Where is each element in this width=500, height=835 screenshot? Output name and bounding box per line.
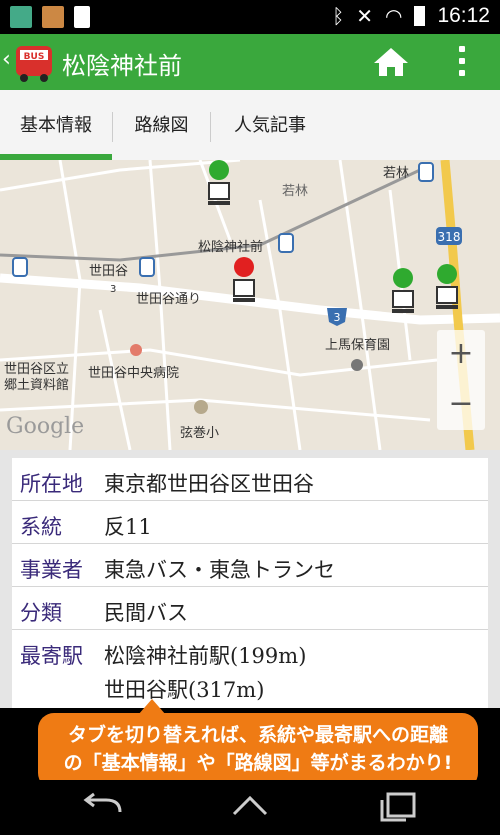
- promo-banner: タブを切り替えれば、系統や最寄駅への距離 の「基本情報」や「路線図」等がまるわか…: [38, 699, 478, 789]
- tab-route-map[interactable]: 路線図: [113, 90, 210, 160]
- svg-text:3: 3: [334, 311, 341, 324]
- bus-stop-pin[interactable]: [392, 268, 414, 316]
- action-bar: ‹ BUS 松陰神社前: [0, 34, 500, 90]
- map-view[interactable]: 318 3 若林 若林 松陰神社前 世田谷 3 世田谷通り 上馬保育園 世田谷区…: [0, 160, 500, 450]
- info-card: 所在地 東京都世田谷区世田谷 系統 反11 事業者 東急バス・東急トランセ 分類…: [12, 458, 488, 708]
- map-label: 世田谷中央病院: [88, 366, 180, 381]
- page-title: 松陰神社前: [62, 52, 182, 80]
- info-row-address: 所在地 東京都世田谷区世田谷: [12, 458, 488, 501]
- map-roads: 318 3: [0, 160, 500, 450]
- zoom-out-button[interactable]: −: [437, 380, 485, 430]
- banner-line: タブを切り替えれば、系統や最寄駅への距離: [67, 724, 448, 746]
- tab-popular-articles[interactable]: 人気記事: [211, 90, 329, 160]
- wifi-icon: ◠: [384, 4, 403, 28]
- mute-icon: ✕: [356, 4, 373, 28]
- map-label: 世田谷通り: [136, 292, 202, 307]
- google-logo: Google: [6, 414, 85, 439]
- overflow-menu-icon[interactable]: [455, 46, 469, 80]
- tab-bar: 基本情報 路線図 人気記事: [0, 90, 500, 161]
- map-label: 3: [110, 284, 117, 295]
- banner-line: の「基本情報」や「路線図」等がまるわかり!: [63, 752, 453, 774]
- map-label: 弦巻小: [180, 426, 220, 441]
- info-value: 東急バス・東急トランセ: [104, 558, 335, 582]
- nav-back-icon[interactable]: [80, 790, 124, 824]
- info-row-nearest-station: 最寄駅 松陰神社前駅(199m) 世田谷駅(317m): [12, 630, 488, 708]
- tab-basic-info[interactable]: 基本情報: [0, 90, 112, 160]
- nav-home-icon[interactable]: [228, 790, 272, 824]
- info-value: 民間バス: [104, 601, 188, 625]
- notification-icon: [10, 6, 32, 28]
- battery-icon: [414, 6, 426, 26]
- map-label: 若林: [383, 166, 410, 181]
- bus-app-icon[interactable]: BUS: [12, 40, 56, 84]
- bluetooth-icon: ᛒ: [332, 4, 345, 28]
- map-label: 世田谷: [89, 264, 129, 279]
- bus-stop-pin-current[interactable]: [233, 257, 255, 305]
- home-icon[interactable]: [372, 46, 410, 78]
- zoom-controls: + −: [437, 330, 485, 430]
- map-label: 松陰神社前: [198, 240, 264, 255]
- clock: 16:12: [437, 4, 490, 27]
- info-row-category: 分類 民間バス: [12, 587, 488, 630]
- bus-stop-pin[interactable]: [208, 160, 230, 208]
- info-row-operator: 事業者 東急バス・東急トランセ: [12, 544, 488, 587]
- status-bar: ᛒ ✕ ◠ 16:12: [0, 0, 500, 34]
- info-key: 事業者: [20, 558, 83, 582]
- banner-pointer: [138, 699, 166, 715]
- info-value: 東京都世田谷区世田谷: [104, 472, 314, 496]
- info-key: 分類: [20, 601, 62, 625]
- info-value: 反11: [104, 515, 152, 539]
- map-label: 郷土資料館: [4, 378, 70, 393]
- info-key: 所在地: [20, 472, 83, 496]
- info-key: 最寄駅: [20, 644, 83, 668]
- svg-text:318: 318: [438, 230, 461, 244]
- back-chevron-icon[interactable]: ‹: [2, 47, 11, 72]
- info-value: 松陰神社前駅(199m): [104, 644, 307, 668]
- info-value: 世田谷駅(317m): [104, 678, 265, 702]
- zoom-in-button[interactable]: +: [437, 330, 485, 380]
- map-label: 若林: [282, 184, 309, 199]
- bus-stop-pin[interactable]: [436, 264, 458, 312]
- nav-recents-icon[interactable]: [376, 790, 420, 824]
- map-label: 上馬保育園: [325, 338, 391, 353]
- barcode-icon: [74, 6, 90, 28]
- info-row-line: 系統 反11: [12, 501, 488, 544]
- system-nav-bar: [0, 780, 500, 835]
- basic-info-panel: 所在地 東京都世田谷区世田谷 系統 反11 事業者 東急バス・東急トランセ 分類…: [0, 450, 500, 708]
- info-key: 系統: [20, 515, 62, 539]
- gallery-icon: [42, 6, 64, 28]
- svg-text:BUS: BUS: [24, 52, 45, 62]
